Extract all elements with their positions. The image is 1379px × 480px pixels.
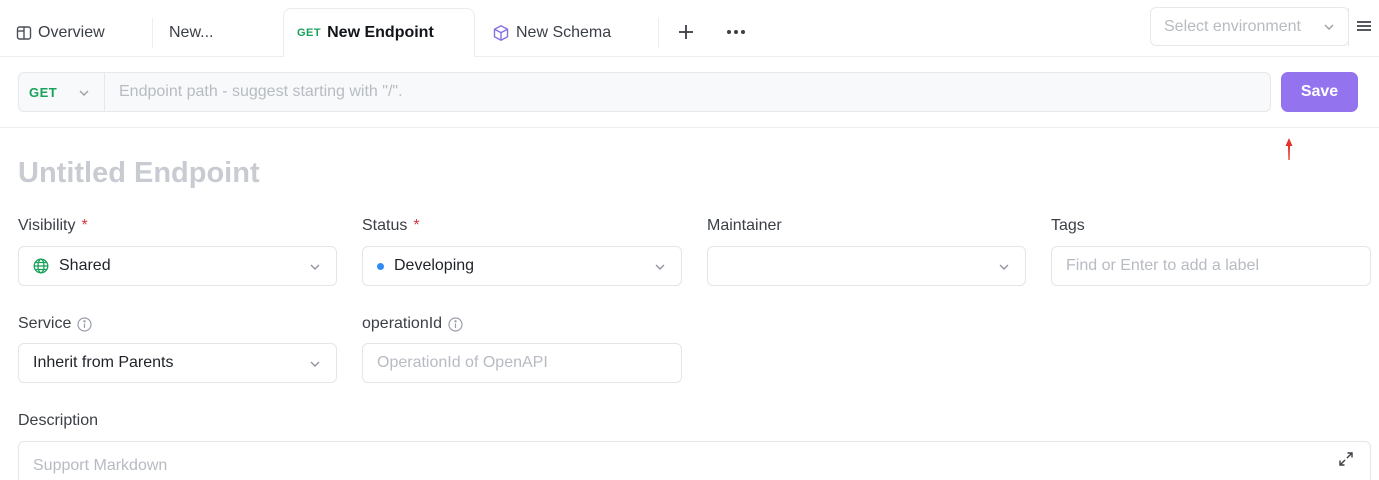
environment-select[interactable]: Select environment	[1150, 7, 1349, 46]
status-dot-icon	[377, 262, 384, 270]
chevron-down-icon	[308, 260, 322, 279]
request-bar: GET	[18, 72, 1271, 112]
save-button[interactable]: Save	[1281, 72, 1358, 112]
expand-icon[interactable]	[1338, 451, 1356, 469]
tab-endpoint-label: New Endpoint	[327, 23, 434, 41]
maintainer-select[interactable]	[707, 246, 1026, 286]
status-value: Developing	[394, 257, 475, 274]
maintainer-label: Maintainer	[707, 217, 782, 235]
chevron-down-icon	[1322, 20, 1336, 39]
service-select[interactable]: Inherit from Parents	[18, 343, 337, 383]
tab-method-badge: GET	[297, 26, 322, 39]
operation-id-label: operationId	[362, 315, 463, 333]
tab-new-label: New...	[169, 23, 214, 41]
service-value: Inherit from Parents	[33, 354, 174, 371]
method-value: GET	[29, 84, 58, 100]
chevron-down-icon	[997, 260, 1011, 279]
info-icon[interactable]	[448, 316, 463, 332]
visibility-value: Shared	[59, 257, 111, 274]
visibility-select[interactable]: Shared	[18, 246, 337, 286]
chevron-down-icon	[77, 86, 91, 103]
section-divider	[0, 127, 1379, 128]
required-mark: *	[81, 217, 88, 234]
globe-icon	[33, 258, 49, 274]
tab-schema-label: New Schema	[516, 23, 612, 41]
service-label-text: Service	[18, 315, 72, 332]
add-tab-button[interactable]	[674, 20, 698, 44]
status-label: Status *	[362, 217, 420, 235]
info-icon[interactable]	[77, 316, 92, 332]
tab-new[interactable]: New...	[169, 8, 213, 57]
cursor-icon	[1285, 138, 1293, 160]
tab-overview[interactable]: Overview	[16, 8, 105, 57]
more-tabs-button[interactable]	[724, 20, 748, 44]
operation-id-label-text: operationId	[362, 315, 443, 332]
tab-overview-label: Overview	[38, 23, 105, 41]
tab-divider	[658, 18, 659, 48]
tab-divider	[152, 18, 153, 48]
visibility-label: Visibility *	[18, 217, 88, 235]
status-label-text: Status	[362, 217, 408, 234]
more-horizontal-icon	[727, 30, 745, 34]
chevron-down-icon	[308, 357, 322, 376]
service-label: Service	[18, 315, 92, 333]
hamburger-icon	[1357, 21, 1371, 31]
operation-id-input[interactable]	[362, 343, 682, 383]
visibility-label-text: Visibility	[18, 217, 76, 234]
required-mark: *	[413, 217, 420, 234]
tab-new-schema[interactable]: New Schema	[492, 8, 611, 57]
menu-button[interactable]	[1356, 19, 1376, 37]
tab-new-endpoint[interactable]: GET New Endpoint	[283, 8, 475, 57]
maintainer-label-text: Maintainer	[707, 217, 782, 234]
description-label-text: Description	[18, 412, 99, 429]
tags-label: Tags	[1051, 217, 1085, 235]
endpoint-path-input[interactable]	[106, 73, 1266, 111]
tags-label-text: Tags	[1051, 217, 1085, 234]
status-select[interactable]: Developing	[362, 246, 682, 286]
environment-placeholder: Select environment	[1164, 17, 1301, 35]
chevron-down-icon	[653, 260, 667, 279]
tab-bar: Overview New... GET New Endpoint New Sch…	[0, 0, 1379, 57]
description-textarea[interactable]	[18, 441, 1371, 480]
endpoint-title-input[interactable]: Untitled Endpoint	[18, 157, 260, 190]
tags-input[interactable]	[1051, 246, 1371, 286]
description-label: Description	[18, 412, 98, 430]
environment-divider	[1348, 8, 1349, 46]
method-select[interactable]: GET	[19, 73, 105, 111]
book-icon	[16, 25, 32, 41]
cube-icon	[492, 24, 510, 42]
plus-icon	[679, 25, 693, 39]
